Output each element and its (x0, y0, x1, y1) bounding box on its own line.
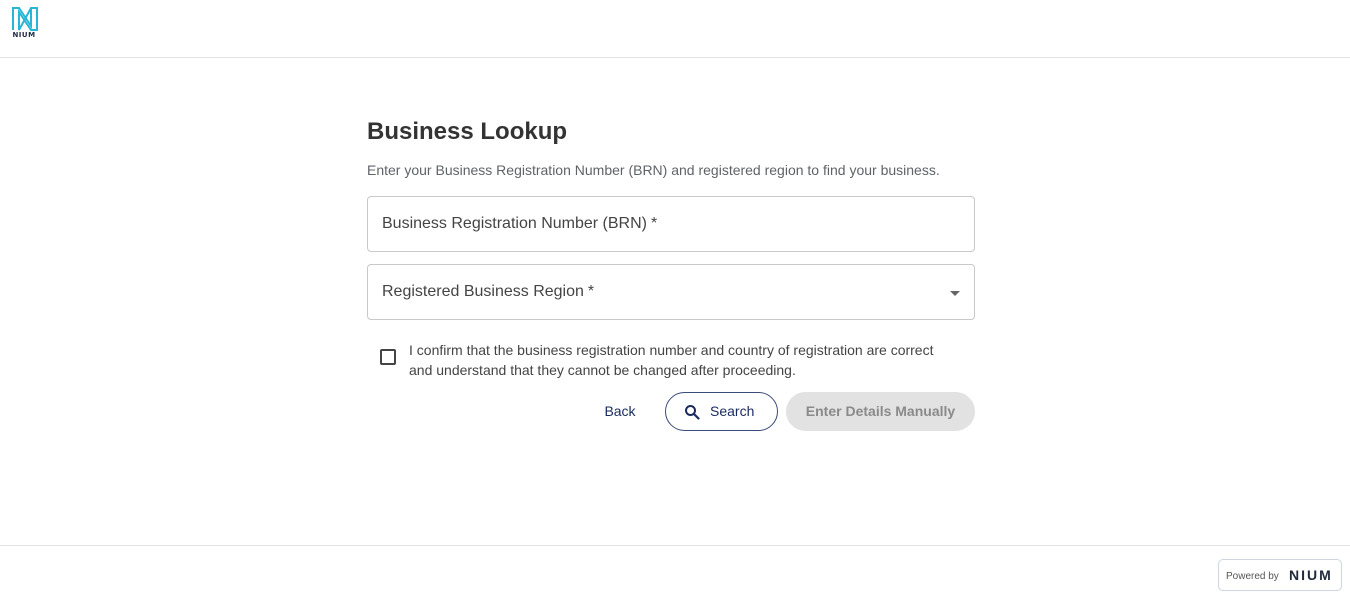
page-subtitle: Enter your Business Registration Number … (367, 162, 940, 178)
confirm-text-line-1: I confirm that the business registration… (409, 342, 934, 358)
logo-wordmark: NIUM (12, 31, 36, 39)
back-button[interactable]: Back (593, 392, 647, 431)
powered-by-label: Powered by (1226, 571, 1279, 582)
action-bar: Back Search Enter Details Manually (367, 392, 975, 431)
search-button-label: Search (710, 403, 755, 419)
confirm-row: I confirm that the business registration… (367, 340, 975, 380)
page-title: Business Lookup (367, 118, 568, 145)
powered-by-badge[interactable]: Powered by NIUM (1218, 559, 1342, 591)
search-button[interactable]: Search (665, 392, 778, 431)
region-label-text: Registered Business Region (382, 283, 584, 300)
top-header: NIUM (0, 0, 1350, 58)
region-label: Registered Business Region * (382, 282, 594, 302)
confirm-checkbox[interactable] (380, 349, 396, 365)
powered-by-brand: NIUM (1289, 567, 1333, 583)
confirm-text-line-2: and understand that they cannot be chang… (409, 362, 796, 378)
search-icon (685, 405, 700, 420)
region-select[interactable]: Registered Business Region * (367, 264, 975, 320)
business-lookup-panel: Business Lookup Enter your Business Regi… (367, 114, 975, 380)
page-footer: Powered by NIUM (0, 545, 1350, 597)
enter-details-manually-button[interactable]: Enter Details Manually (786, 392, 975, 431)
nium-logo[interactable]: NIUM (11, 6, 39, 42)
brn-required-marker: * (650, 215, 658, 232)
brn-input[interactable]: Business Registration Number (BRN) * (367, 196, 975, 252)
nium-logo-mark-icon (12, 7, 38, 31)
chevron-down-icon[interactable] (950, 291, 960, 296)
confirm-text: I confirm that the business registration… (409, 340, 979, 380)
brn-label-text: Business Registration Number (BRN) (382, 215, 647, 232)
region-required-marker: * (587, 283, 595, 300)
brn-label: Business Registration Number (BRN) * (382, 214, 657, 234)
